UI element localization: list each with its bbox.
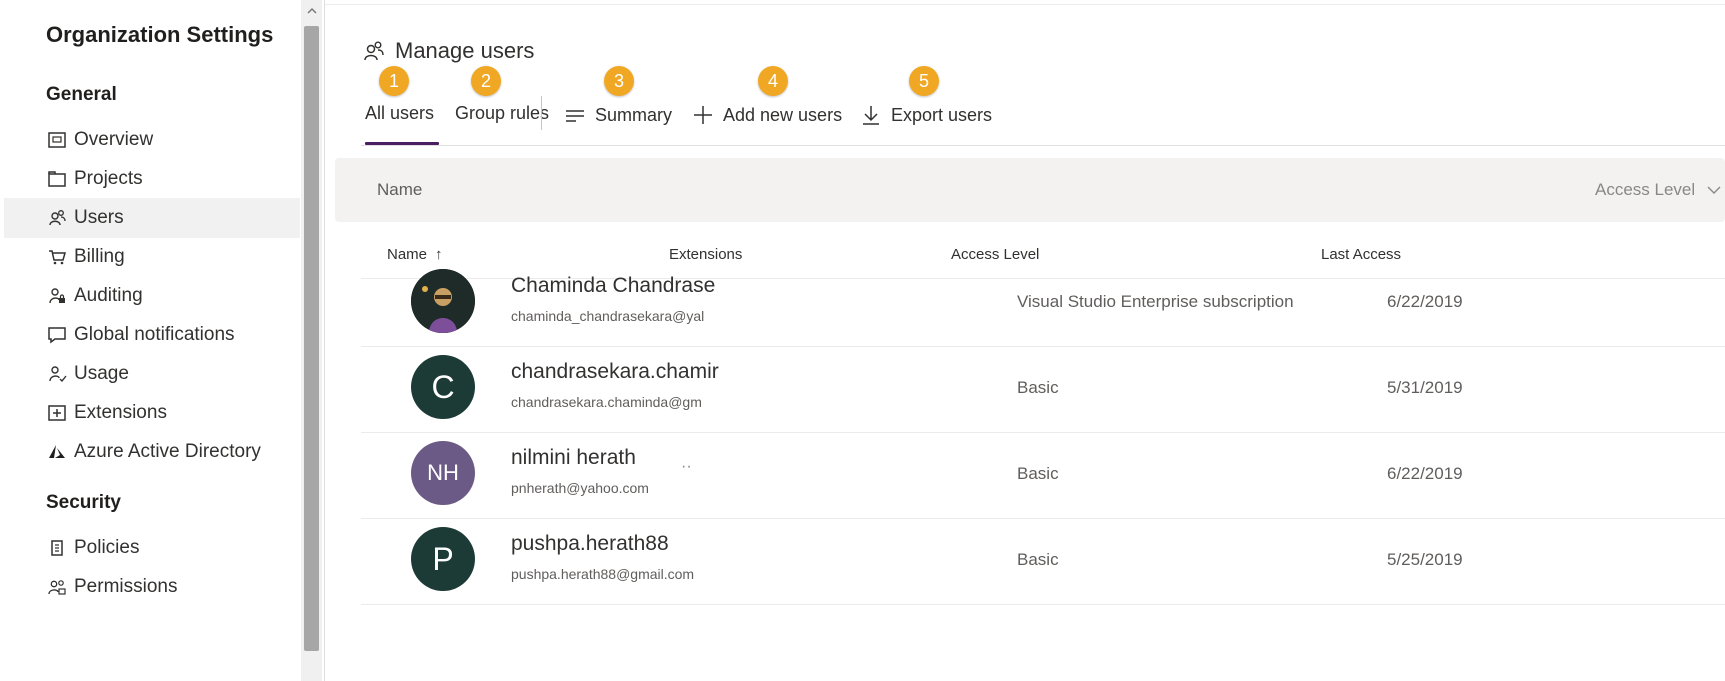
summary-icon [563,103,587,127]
user-email: chaminda_chandrasekara@yal [511,308,705,324]
sidebar-item-extensions[interactable]: Extensions [4,393,300,433]
sidebar-item-label: Billing [74,246,125,267]
callout-badge-5: 5 [909,66,939,96]
projects-icon [46,168,68,190]
tab-all-users[interactable]: All users [365,103,434,124]
scroll-up-icon[interactable] [301,2,322,20]
manage-users-icon [361,38,387,64]
toolbar-underline [361,145,1725,146]
scrollbar-thumb[interactable] [304,26,319,651]
sidebar-item-label: Overview [74,129,154,150]
access-level-filter[interactable]: Access Level [1595,180,1723,200]
filter-bar[interactable]: Name Access Level [335,158,1725,222]
avatar [411,269,475,333]
user-access-level: Basic [1017,550,1059,569]
sidebar-item-permissions[interactable]: Permissions [4,567,300,607]
callout-badge-1: 1 [379,66,409,96]
cart-icon [46,246,68,268]
user-name[interactable]: Chaminda Chandrase [511,274,726,298]
sidebar-item-label: Projects [74,168,143,189]
user-extensions: ·· [681,458,692,475]
sidebar-item-label: Policies [74,537,140,558]
callout-badge-4: 4 [758,66,788,96]
page-title: Manage users [361,38,534,64]
section-heading-general: General [46,84,117,105]
callout-badge-2: 2 [471,66,501,96]
extensions-icon [46,402,68,424]
auditing-icon [46,285,68,307]
sidebar-item-policies[interactable]: Policies [4,528,300,568]
plus-icon [691,103,715,127]
sidebar-item-auditing[interactable]: Auditing [4,276,300,316]
summary-button[interactable]: Summary [563,103,672,127]
chevron-down-icon [1705,181,1723,199]
user-name[interactable]: pushpa.herath88 [511,532,726,556]
add-new-users-label: Add new users [723,104,843,125]
user-last-access: 5/31/2019 [1387,378,1463,397]
name-filter[interactable]: Name [377,180,422,200]
sidebar-item-users[interactable]: Users [4,198,300,238]
azure-icon [46,441,68,463]
avatar: NH [411,441,475,505]
sidebar-item-label: Extensions [74,402,167,423]
user-email: pnherath@yahoo.com [511,480,649,496]
sidebar-item-projects[interactable]: Projects [4,159,300,199]
toolbar-separator [541,96,542,130]
user-email: pushpa.herath88@gmail.com [511,566,695,582]
tab-label: All users [365,103,435,123]
sidebar-item-billing[interactable]: Billing [4,237,300,277]
user-access-level: Basic [1017,378,1059,397]
sidebar-item-overview[interactable]: Overview [4,120,300,160]
summary-label: Summary [595,104,673,125]
policies-icon [46,537,68,559]
organization-settings-title: Organization Settings [46,22,274,47]
sidebar-item-usage[interactable]: Usage [4,354,300,394]
sidebar-item-label: Usage [74,363,129,384]
user-last-access: 6/22/2019 [1387,464,1463,483]
user-email: chandrasekara.chaminda@gm [511,394,702,410]
usage-icon [46,363,68,385]
users-icon [46,207,68,229]
table-row[interactable]: Chaminda Chandrase chaminda_chandrasekar… [361,252,1725,347]
sidebar-item-azure-active-directory[interactable]: Azure Active Directory [4,432,300,472]
sidebar-item-label: Permissions [74,576,178,597]
export-users-label: Export users [891,104,993,125]
section-heading-security: Security [46,492,121,513]
page-title-text: Manage users [395,38,535,63]
sidebar-item-global-notifications[interactable]: Global notifications [4,315,300,355]
permissions-icon [46,576,68,598]
table-row[interactable]: NH nilmini herath pnherath@yahoo.com ·· … [361,424,1725,519]
avatar: C [411,355,475,419]
user-access-level: Visual Studio Enterprise subscription [1017,292,1294,311]
add-new-users-button[interactable]: Add new users [691,103,842,127]
access-level-filter-label: Access Level [1595,180,1696,199]
tab-label: Group rules [455,103,550,123]
top-border [325,4,1725,5]
sidebar-item-label: Azure Active Directory [74,441,261,462]
sidebar-scrollbar[interactable] [301,0,322,681]
avatar: P [411,527,475,591]
export-users-button[interactable]: Export users [859,103,992,127]
user-last-access: 6/22/2019 [1387,292,1463,311]
sidebar: Organization Settings General Overview P… [0,0,300,681]
row-divider [361,604,1725,605]
sidebar-item-label: Global notifications [74,324,235,345]
table-row[interactable]: P pushpa.herath88 pushpa.herath88@gmail.… [361,510,1725,605]
main-content: Manage users All users 1 Group rules 2 S… [325,0,1725,681]
download-icon [859,103,883,127]
sidebar-item-label: Auditing [74,285,143,306]
chat-icon [46,324,68,346]
user-name[interactable]: chandrasekara.chamir [511,360,726,384]
user-access-level: Basic [1017,464,1059,483]
user-name[interactable]: nilmini herath [511,446,726,470]
sidebar-item-label: Users [74,207,124,228]
callout-badge-3: 3 [604,66,634,96]
tab-group-rules[interactable]: Group rules [455,103,549,124]
overview-icon [46,129,68,151]
user-last-access: 5/25/2019 [1387,550,1463,569]
table-row[interactable]: C chandrasekara.chamir chandrasekara.cha… [361,338,1725,433]
